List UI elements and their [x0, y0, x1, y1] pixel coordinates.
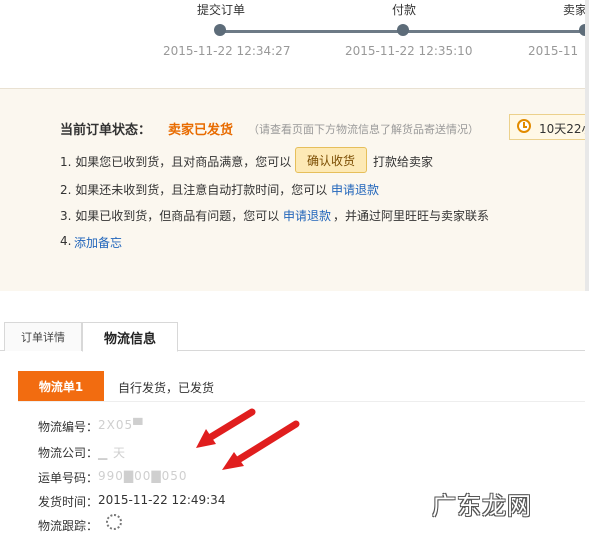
instruction-1-prefix: 1. 如果您已收到货，且对商品满意，您可以	[60, 155, 292, 169]
step-time-submit: 2015-11-22 12:34:27	[163, 44, 291, 58]
company-value: ▁ 天	[98, 446, 127, 460]
loading-spinner-icon	[106, 514, 122, 530]
order-progress	[0, 0, 589, 88]
timer-text: 10天22小	[539, 122, 589, 136]
clock-icon	[517, 119, 531, 133]
instruction-2-prefix: 2. 如果还未收到货，且注意自动打款时间，您可以	[60, 183, 328, 197]
status-value: 卖家已发货	[168, 123, 234, 138]
step-label-ship: 卖家	[563, 3, 588, 17]
annotation-arrows	[196, 408, 300, 470]
waybill-value: 990▇00▇050	[98, 469, 188, 483]
scroll-edge	[585, 0, 589, 300]
progress-dot	[214, 24, 226, 36]
add-memo-link[interactable]: 添加备忘	[74, 234, 122, 251]
tab-logistics[interactable]: 物流信息	[82, 322, 178, 352]
ship-time-value: 2015-11-22 12:49:34	[98, 493, 226, 507]
confirm-receipt-button[interactable]: 确认收货	[295, 147, 367, 173]
instruction-3-suffix: ，并通过阿里旺旺与卖家联系	[333, 209, 490, 223]
tracking-no-label: 物流编号：	[38, 420, 99, 434]
step-label-pay: 付款	[392, 3, 417, 17]
tracking-no-value: 2X05▀	[98, 418, 144, 432]
company-label: 物流公司：	[38, 446, 99, 460]
step-time-pay: 2015-11-22 12:35:10	[345, 44, 473, 58]
tracking-label: 物流跟踪：	[38, 519, 99, 533]
status-hint: （请查看页面下方物流信息了解货品寄送情况）	[248, 123, 479, 136]
tab-order-details[interactable]: 订单详情	[4, 322, 82, 351]
instruction-4-number: 4.	[60, 234, 72, 248]
instruction-1-suffix: 打款给卖家	[373, 155, 434, 169]
progress-dot	[397, 24, 409, 36]
red-arrow-icon	[196, 408, 256, 448]
shipment-tab[interactable]: 物流单1	[18, 371, 104, 401]
instruction-3-prefix: 3. 如果已收到货，但商品有问题，您可以	[60, 209, 280, 223]
step-time-ship: 2015-11	[528, 44, 579, 58]
shipment-status: 自行发货，已发货	[118, 381, 215, 395]
red-arrow-icon	[222, 420, 300, 470]
site-watermark: 广东龙网	[432, 492, 532, 520]
ship-time-label: 发货时间：	[38, 495, 99, 509]
status-title: 当前订单状态：	[60, 123, 152, 138]
step-label-submit: 提交订单	[197, 3, 246, 17]
waybill-label: 运单号码：	[38, 471, 99, 485]
apply-refund-link[interactable]: 申请退款	[331, 181, 379, 198]
apply-refund-link[interactable]: 申请退款	[283, 207, 331, 224]
